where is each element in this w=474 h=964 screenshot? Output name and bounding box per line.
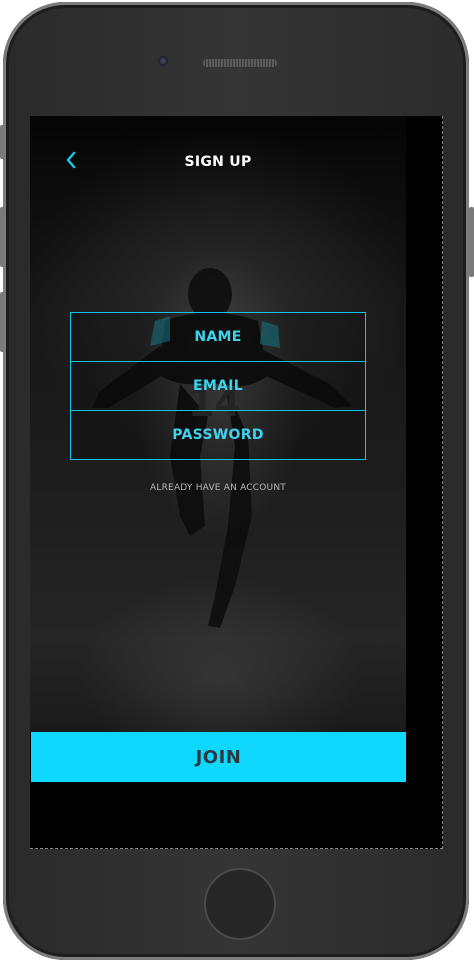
volume-up-button — [0, 207, 5, 267]
home-button[interactable] — [204, 868, 276, 940]
name-field[interactable]: NAME — [70, 312, 366, 362]
name-field-label: NAME — [194, 329, 242, 345]
mute-switch — [0, 125, 5, 159]
front-camera-icon — [158, 56, 168, 66]
join-button[interactable]: JOIN — [31, 732, 406, 782]
password-field-label: PASSWORD — [172, 427, 264, 443]
email-field[interactable]: EMAIL — [70, 361, 366, 411]
volume-down-button — [0, 292, 5, 352]
email-field-label: EMAIL — [193, 378, 243, 394]
app-screen: 14 SIGN UP NAME EMAIL PASSWORD ALREADY H… — [30, 116, 443, 849]
power-button — [469, 207, 474, 277]
signup-form: NAME EMAIL PASSWORD — [70, 312, 366, 460]
already-have-account-link[interactable]: ALREADY HAVE AN ACCOUNT — [30, 483, 406, 493]
join-button-label: JOIN — [195, 746, 242, 768]
password-field[interactable]: PASSWORD — [70, 410, 366, 460]
speaker-grille — [203, 59, 277, 67]
page-title: SIGN UP — [184, 154, 252, 170]
